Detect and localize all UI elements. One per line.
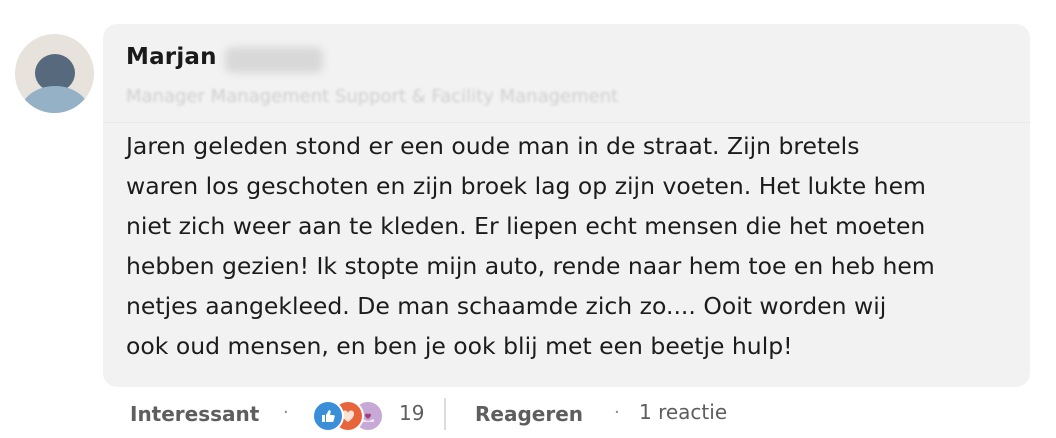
separator-dot: ·	[283, 402, 289, 423]
comment-line: netjes aangekleed. De man schaamde zich …	[126, 292, 887, 320]
like-icon	[312, 400, 344, 432]
comment-line: niet zich weer aan te kleden. Er liepen …	[126, 212, 926, 240]
react-button[interactable]: Interessant	[130, 402, 259, 426]
author-surname-blurred	[225, 47, 323, 73]
reaction-count[interactable]: 19	[399, 401, 424, 425]
author-name[interactable]: Marjan	[126, 44, 217, 70]
author-headline: Manager Management Support & Facility Ma…	[126, 86, 619, 107]
comment-line: hebben gezien! Ik stopte mijn auto, rend…	[126, 252, 935, 280]
comment-text: Jaren geleden stond er een oude man in d…	[126, 126, 1016, 366]
replies-count-link[interactable]: 1 reactie	[639, 400, 727, 424]
action-divider	[444, 398, 446, 430]
avatar-body-shape	[20, 86, 90, 113]
separator-dot: ·	[614, 402, 620, 423]
comment-line: waren los geschoten en zijn broek lag op…	[126, 172, 926, 200]
reply-button[interactable]: Reageren	[475, 402, 583, 426]
comment-line: ook oud mensen, en ben je ook blij met e…	[126, 332, 793, 360]
reactions-summary[interactable]	[312, 400, 392, 432]
comment-actions: Interessant · 19 Reageren · 1 reactie	[130, 398, 1030, 434]
avatar[interactable]	[15, 34, 94, 113]
header-divider	[103, 122, 1030, 123]
comment-line: Jaren geleden stond er een oude man in d…	[126, 132, 860, 160]
